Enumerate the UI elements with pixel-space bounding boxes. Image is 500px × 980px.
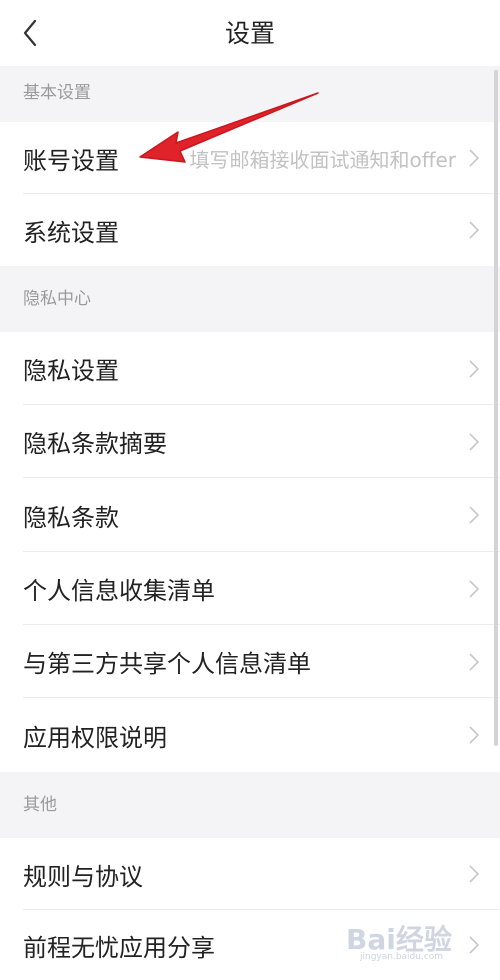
settings-item-hint: 填写邮箱接收面试通知和offer (189, 147, 456, 172)
settings-item-personal-info-list[interactable]: 个人信息收集清单 (0, 552, 500, 625)
nav-bar: 设置 (0, 0, 500, 66)
settings-item-third-party-sharing[interactable]: 与第三方共享个人信息清单 (0, 625, 500, 698)
chevron-right-icon (469, 652, 480, 671)
settings-item-label: 与第三方共享个人信息清单 (23, 650, 311, 678)
settings-item-rules-agreement[interactable]: 规则与协议 (0, 838, 500, 910)
settings-item-app-permissions[interactable]: 应用权限说明 (0, 698, 500, 772)
back-button[interactable] (14, 16, 46, 50)
chevron-right-icon (469, 865, 480, 883)
settings-item-privacy-terms[interactable]: 隐私条款 (0, 478, 500, 552)
section-header-other: 其他 (0, 772, 500, 838)
settings-item-label: 账号设置 (23, 146, 119, 175)
settings-item-label: 个人信息收集清单 (23, 577, 215, 605)
settings-item-system[interactable]: 系统设置 (0, 194, 500, 266)
chevron-right-icon (469, 506, 480, 524)
chevron-right-icon (469, 432, 480, 451)
chevron-right-icon (469, 149, 480, 167)
settings-item-privacy-summary[interactable]: 隐私条款摘要 (0, 405, 500, 478)
settings-item-account[interactable]: 账号设置 填写邮箱接收面试通知和offer (0, 122, 500, 194)
chevron-right-icon (469, 579, 480, 598)
settings-item-label: 系统设置 (23, 218, 119, 247)
settings-item-privacy-settings[interactable]: 隐私设置 (0, 332, 500, 405)
chevron-right-icon (469, 359, 480, 378)
settings-item-label: 隐私设置 (23, 357, 119, 385)
chevron-right-icon (469, 936, 480, 954)
settings-item-label: 规则与协议 (23, 862, 143, 891)
settings-item-label: 应用权限说明 (23, 723, 167, 752)
chevron-right-icon (469, 726, 480, 744)
section-header-basic: 基本设置 (0, 66, 500, 122)
settings-item-label: 隐私条款摘要 (23, 430, 167, 458)
chevron-right-icon (469, 221, 480, 239)
settings-item-app-share[interactable]: 前程无忧应用分享 (0, 910, 500, 970)
section-header-privacy: 隐私中心 (0, 266, 500, 332)
back-chevron-icon (23, 19, 37, 47)
page-title: 设置 (224, 19, 275, 48)
settings-item-label: 隐私条款 (23, 503, 119, 532)
scrollbar[interactable] (494, 70, 498, 746)
